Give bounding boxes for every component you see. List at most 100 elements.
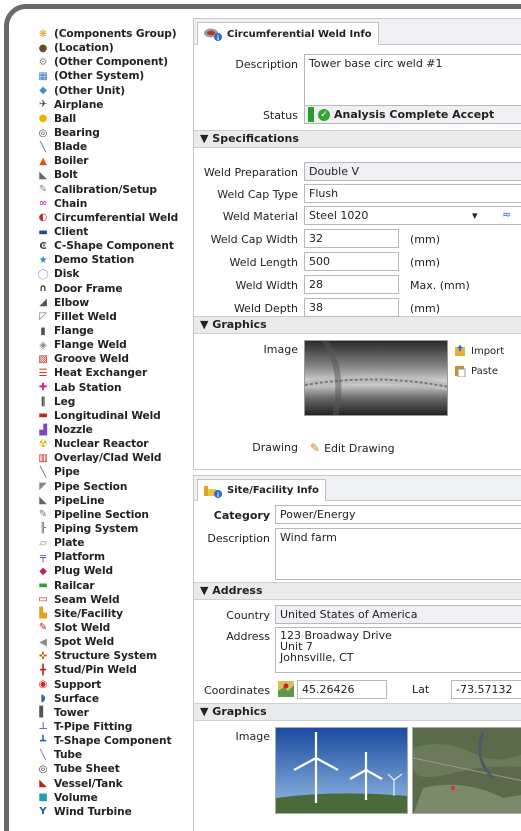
spec-value-field[interactable]: 38 bbox=[304, 298, 399, 317]
component-item[interactable]: ★ Demo Station bbox=[36, 253, 196, 267]
component-item[interactable]: ◣ Vessel/Tank bbox=[36, 776, 196, 790]
component-label: (Other Component) bbox=[54, 56, 168, 69]
component-item[interactable]: ◎ Tube Sheet bbox=[36, 762, 196, 776]
component-item[interactable]: ◢ Elbow bbox=[36, 296, 196, 310]
component-item[interactable]: ◸ Fillet Weld bbox=[36, 310, 196, 324]
component-label: Flange Weld bbox=[54, 339, 127, 352]
component-item[interactable]: ❋ (Components Group) bbox=[36, 27, 196, 41]
site-tab-bar: i Site/Facility Info bbox=[194, 476, 521, 501]
component-item[interactable]: ┻ T-Shape Component bbox=[36, 734, 196, 748]
component-item[interactable]: ✎ Calibration/Setup bbox=[36, 183, 196, 197]
component-item[interactable]: ∞ Chain bbox=[36, 197, 196, 211]
component-item[interactable]: ▥ Overlay/Clad Weld bbox=[36, 451, 196, 465]
component-item[interactable]: ■ Volume bbox=[36, 791, 196, 805]
component-item[interactable]: ✎ Pipeline Section bbox=[36, 508, 196, 522]
component-item[interactable]: ✚ Lab Station bbox=[36, 381, 196, 395]
coordinate-field-1[interactable]: 45.26426 bbox=[297, 680, 387, 699]
component-item[interactable]: ╋ Stud/Pin Weld bbox=[36, 663, 196, 677]
component-item[interactable]: ▬ Railcar bbox=[36, 578, 196, 592]
coordinate-field-2[interactable]: -73.57132 bbox=[451, 680, 521, 699]
component-item[interactable]: ◎ Bearing bbox=[36, 126, 196, 140]
component-item[interactable]: ▮ Flange bbox=[36, 324, 196, 338]
component-item[interactable]: ◀ Spot Weld bbox=[36, 635, 196, 649]
spec-value-field[interactable]: 28 bbox=[304, 275, 399, 294]
component-item[interactable]: ╲ Pipe bbox=[36, 465, 196, 479]
component-item[interactable]: ◣ Bolt bbox=[36, 168, 196, 182]
component-item[interactable]: ∩ Door Frame bbox=[36, 282, 196, 296]
component-item[interactable]: ╤ Platform bbox=[36, 550, 196, 564]
weld-description-field[interactable]: Tower base circ weld #1 bbox=[304, 54, 521, 106]
component-label: T-Shape Component bbox=[54, 735, 172, 748]
map-pin-icon[interactable] bbox=[278, 681, 294, 697]
component-item[interactable]: ◗ Surface bbox=[36, 692, 196, 706]
nozzle-icon: ▟ bbox=[39, 424, 47, 436]
component-item[interactable]: ▌ Tower bbox=[36, 706, 196, 720]
component-label: Fillet Weld bbox=[54, 310, 117, 323]
component-item[interactable]: ◐ Circumferential Weld bbox=[36, 211, 196, 225]
spec-value-field[interactable]: Flush bbox=[304, 184, 521, 203]
pencil-icon: ✎ bbox=[310, 441, 321, 455]
component-item[interactable]: ✜ Structure System bbox=[36, 649, 196, 663]
component-item[interactable]: ◣ PipeLine bbox=[36, 494, 196, 508]
edit-drawing-button[interactable]: ✎ Edit Drawing bbox=[310, 441, 395, 455]
address-header[interactable]: ▼ Address bbox=[194, 582, 521, 600]
import-image-button[interactable]: Import bbox=[454, 345, 504, 357]
status-field[interactable]: ✓ Analysis Complete Accept bbox=[304, 105, 521, 124]
site-facility-panel: i Site/Facility Info Category Power/Ener… bbox=[193, 475, 521, 831]
lat-label: Lat bbox=[412, 683, 430, 696]
component-item[interactable]: ▟ Nozzle bbox=[36, 423, 196, 437]
component-item[interactable]: ▧ Groove Weld bbox=[36, 352, 196, 366]
component-item[interactable]: Y Wind Turbine bbox=[36, 805, 196, 819]
category-field[interactable]: Power/Energy bbox=[275, 505, 521, 524]
component-item[interactable]: ◆ (Other Unit) bbox=[36, 84, 196, 98]
other-component-icon: ⚙ bbox=[38, 56, 48, 68]
waveform-icon[interactable]: ≈ bbox=[502, 208, 511, 221]
tab-circumferential-weld-info[interactable]: i Circumferential Weld Info bbox=[197, 22, 379, 45]
component-item[interactable]: ◈ Flange Weld bbox=[36, 338, 196, 352]
tab-site-facility-info[interactable]: i Site/Facility Info bbox=[197, 479, 326, 501]
chevron-down-icon[interactable]: ▾ bbox=[472, 209, 478, 222]
component-item[interactable]: ☢ Nuclear Reactor bbox=[36, 437, 196, 451]
component-item[interactable]: ▬ Longitudinal Weld bbox=[36, 409, 196, 423]
component-label: Seam Weld bbox=[54, 593, 120, 606]
component-item[interactable]: ‖ Leg bbox=[36, 395, 196, 409]
component-item[interactable]: ⚙ (Other Component) bbox=[36, 55, 196, 69]
component-item[interactable]: ⊥ T-Pipe Fitting bbox=[36, 720, 196, 734]
component-item[interactable]: ◆ Plug Weld bbox=[36, 564, 196, 578]
component-item[interactable]: ● (Location) bbox=[36, 41, 196, 55]
component-item[interactable]: ▱ Plate bbox=[36, 536, 196, 550]
site-graphics-header[interactable]: ▼ Graphics bbox=[194, 703, 521, 721]
component-item[interactable]: ▦ (Other System) bbox=[36, 69, 196, 83]
specifications-header[interactable]: ▼ Specifications bbox=[194, 130, 521, 148]
component-item[interactable]: Ͼ C-Shape Component bbox=[36, 239, 196, 253]
address-field[interactable]: 123 Broadway Drive Unit 7 Johnsville, CT bbox=[275, 627, 521, 673]
component-item[interactable]: ▙ Site/Facility bbox=[36, 607, 196, 621]
component-item[interactable]: ☰ Heat Exchanger bbox=[36, 366, 196, 380]
spec-value-field[interactable]: 32 bbox=[304, 229, 399, 248]
component-item[interactable]: ╲ Tube bbox=[36, 748, 196, 762]
component-item[interactable]: ◉ Support bbox=[36, 677, 196, 691]
component-item[interactable]: ▲ Boiler bbox=[36, 154, 196, 168]
weld-graphics-header[interactable]: ▼ Graphics bbox=[194, 316, 521, 334]
component-item[interactable]: ◤ Pipe Section bbox=[36, 480, 196, 494]
component-item[interactable]: ▬ Client bbox=[36, 225, 196, 239]
component-item[interactable]: ✎ Slot Weld bbox=[36, 621, 196, 635]
component-item[interactable]: ▭ Seam Weld bbox=[36, 593, 196, 607]
component-label: Tube Sheet bbox=[54, 763, 120, 776]
component-label: Groove Weld bbox=[54, 353, 129, 366]
paste-image-button[interactable]: Paste bbox=[454, 365, 498, 378]
spec-label: Weld Cap Type bbox=[217, 188, 298, 201]
component-item[interactable]: ╟ Piping System bbox=[36, 522, 196, 536]
component-label: Site/Facility bbox=[54, 607, 123, 620]
component-item[interactable]: ✈ Airplane bbox=[36, 98, 196, 112]
spec-value-field[interactable]: Steel 1020 bbox=[304, 206, 521, 225]
component-item[interactable]: ◯ Disk bbox=[36, 267, 196, 281]
component-item[interactable]: ● Ball bbox=[36, 112, 196, 126]
component-item[interactable]: ╲ Blade bbox=[36, 140, 196, 154]
country-select[interactable]: United States of America bbox=[275, 605, 521, 624]
component-label: Ball bbox=[54, 112, 77, 125]
site-description-field[interactable]: Wind farm bbox=[275, 528, 521, 580]
spec-value-field[interactable]: 500 bbox=[304, 252, 399, 271]
tube-icon: ╲ bbox=[40, 749, 46, 761]
spec-value-field[interactable]: Double V bbox=[304, 162, 521, 181]
